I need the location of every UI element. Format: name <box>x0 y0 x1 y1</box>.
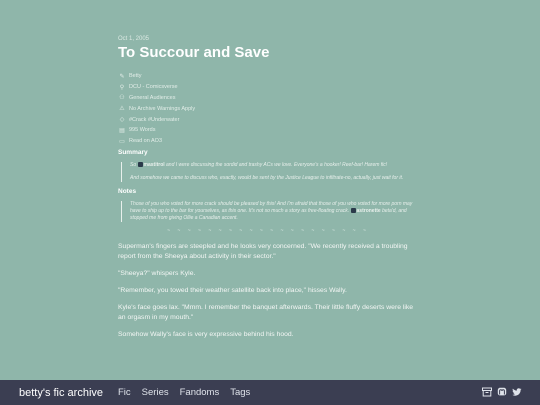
post: Oct 1, 2005 To Succour and Save ✎ Betty ⚲… <box>118 36 418 347</box>
notes-blockquote: Those of you who voted for more crack sh… <box>121 200 418 222</box>
summary-paragraph: So mastitrol and I were discussing the s… <box>130 162 418 169</box>
summary-text-start: So <box>130 161 137 168</box>
pen-icon: ✎ <box>119 73 125 80</box>
audience-icon: ⚇ <box>119 95 125 102</box>
story-paragraph: "Remember, you towed their weather satel… <box>118 286 347 294</box>
meta-author[interactable]: ✎ Betty <box>118 71 418 82</box>
notes-heading: Notes <box>118 187 137 195</box>
meta-fandom-label[interactable]: DCU - Comicsverse <box>129 84 178 90</box>
words-icon: ▤ <box>119 127 125 134</box>
user-mention[interactable]: mastitrol <box>137 161 165 168</box>
post-metadata: ✎ Betty ⚲ DCU - Comicsverse ⚇ General Audie… <box>118 71 418 147</box>
meta-tags-label[interactable]: #Crack #Underwater <box>129 117 179 123</box>
page-title: To Succour and Save <box>118 44 270 61</box>
twitter-icon[interactable] <box>511 386 522 397</box>
meta-tags[interactable]: ◇ #Crack #Underwater <box>118 114 418 125</box>
meta-warnings-label[interactable]: No Archive Warnings Apply <box>129 106 195 112</box>
archive-icon[interactable] <box>481 386 492 397</box>
meta-ao3-link[interactable]: ▭ Read on AO3 <box>118 136 418 147</box>
story-paragraph: Somehow Wally's face is very expressive … <box>118 330 294 338</box>
notes-paragraph: Those of you who voted for more crack sh… <box>130 201 418 222</box>
book-icon: ⚲ <box>119 84 125 91</box>
story-paragraph: Superman's fingers are steepled and he l… <box>118 242 408 260</box>
social-icons <box>477 386 522 397</box>
nav-link-fic[interactable]: Fic <box>118 387 131 398</box>
mention-name[interactable]: astronette <box>357 208 381 214</box>
tag-icon: ◇ <box>119 117 125 124</box>
external-link-icon: ▭ <box>119 138 125 145</box>
meta-rating-label[interactable]: General Audiences <box>129 95 175 101</box>
story-paragraph: Kyle's face goes lax. "Mmm. I remember t… <box>118 303 414 321</box>
mention-name[interactable]: mastitrol <box>144 162 165 168</box>
avatar <box>350 207 356 213</box>
meta-wordcount-label: 995 Words <box>129 127 156 134</box>
meta-ao3-link-label[interactable]: Read on AO3 <box>129 138 162 144</box>
summary-paragraph: And somehow we came to discuss who, exac… <box>130 174 404 181</box>
avatar <box>137 161 143 167</box>
summary-heading: Summary <box>118 148 148 156</box>
meta-rating[interactable]: ⚇ General Audiences <box>118 93 418 104</box>
story-paragraph: "Sheeya?" whispers Kyle. <box>118 269 196 277</box>
user-mention[interactable]: astronette <box>350 207 381 214</box>
nav-link-fandoms[interactable]: Fandoms <box>180 387 220 398</box>
story-body: Superman's fingers are steepled and he l… <box>118 242 418 340</box>
meta-author-label[interactable]: Betty <box>129 73 142 79</box>
meta-warnings[interactable]: ⚠ No Archive Warnings Apply <box>118 103 418 114</box>
summary-text-end: and I were discussing the sordid and tra… <box>166 161 388 168</box>
site-brand[interactable]: betty's fic archive <box>19 387 118 399</box>
warning-icon: ⚠ <box>119 106 125 113</box>
summary-blockquote: So mastitrol and I were discussing the s… <box>121 161 418 182</box>
bottom-nav-bar: betty's fic archive Fic Series Fandoms T… <box>0 380 540 405</box>
mastodon-icon[interactable] <box>496 386 507 397</box>
nav-link-series[interactable]: Series <box>142 387 169 398</box>
meta-wordcount: ▤ 995 Words <box>118 125 418 136</box>
nav-link-tags[interactable]: Tags <box>230 387 250 398</box>
post-date: Oct 1, 2005 <box>118 36 150 42</box>
section-divider: ~ ~ ~ ~ ~ ~ ~ ~ ~ ~ ~ ~ ~ ~ ~ ~ ~ ~ ~ ~ <box>167 227 369 234</box>
meta-fandom[interactable]: ⚲ DCU - Comicsverse <box>118 82 418 93</box>
